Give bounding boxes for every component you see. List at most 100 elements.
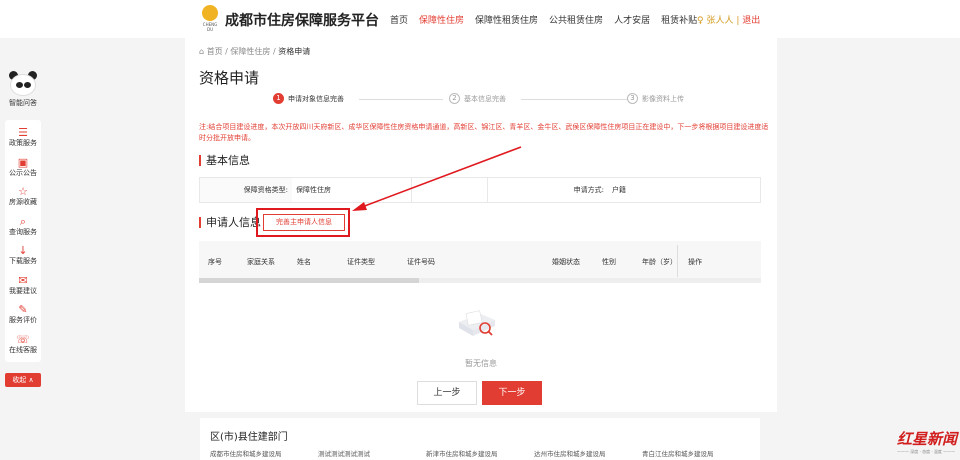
col-gender: 性别 (602, 258, 616, 266)
breadcrumb-home[interactable]: 首页 (207, 47, 223, 56)
previous-step-button[interactable]: 上一步 (417, 381, 477, 405)
download-icon: ↓ (18, 244, 28, 257)
sidebar-item-label: 公示公告 (9, 168, 37, 177)
home-icon: ⌂ (199, 47, 205, 56)
sidebar-item-label: 下载服务 (9, 257, 37, 265)
nav-affordable-rental[interactable]: 保障性租赁住房 (475, 13, 538, 26)
user-separator: | (736, 16, 740, 26)
sun-logo-icon (202, 5, 218, 21)
col-marital-status: 婚姻状态 (552, 258, 580, 266)
sidebar-item-label: 房源收藏 (9, 198, 37, 206)
announcement-icon: ▣ (17, 155, 29, 169)
empty-cell (412, 178, 488, 202)
basic-info-heading: 基本信息 (199, 155, 250, 166)
document-icon: ☰ (18, 126, 28, 139)
step-label: 申请对象信息完善 (288, 94, 344, 103)
ai-assistant[interactable]: 智能问答 (3, 70, 43, 108)
col-action: 操作 (688, 258, 702, 266)
watermark-subtitle: ——— 深度 · 态度 · 温度 ——— (897, 449, 956, 454)
sidebar-item-favorites[interactable]: ☆ 房源收藏 (5, 185, 41, 215)
nav-home[interactable]: 首页 (390, 13, 408, 26)
sidebar-item-policy[interactable]: ☰ 政策服务 (5, 126, 41, 156)
step-number: 3 (627, 93, 638, 104)
scrollbar-thumb[interactable] (199, 278, 419, 283)
col-index: 序号 (208, 258, 222, 266)
main-content: ⌂ 首页 / 保障性住房 / 资格申请 资格申请 1 申请对象信息完善 2 基本… (185, 38, 777, 412)
step-number: 1 (273, 93, 284, 104)
footer-departments: 区(市)县住建部门 成都市住房和城乡建设局 测试测试测试测试 新津市住房和城乡建… (200, 418, 760, 460)
user-menu: ♀ 张人人 | 退出 (697, 13, 760, 26)
ai-assistant-label: 智能问答 (9, 99, 37, 107)
breadcrumb: ⌂ 首页 / 保障性住房 / 资格申请 (199, 46, 310, 57)
panda-icon (7, 70, 39, 98)
footer-link[interactable]: 新津市住房和城乡建设局 (426, 448, 534, 458)
qualification-type-value: 保障性住房 (292, 178, 412, 202)
step-number: 2 (449, 93, 460, 104)
sidebar-item-announcement[interactable]: ▣ 公示公告 (5, 156, 41, 186)
empty-data-text: 暂无信息 (465, 359, 497, 368)
footer-link[interactable]: 测试测试测试测试 (318, 448, 426, 458)
nav-affordable-housing[interactable]: 保障性住房 (419, 13, 464, 26)
apply-method-value: 户籍 (612, 186, 626, 194)
sidebar-item-label: 服务评价 (9, 316, 37, 324)
footer-link[interactable]: 达州市住房和城乡建设局 (534, 448, 642, 458)
breadcrumb-level1[interactable]: 保障性住房 (230, 47, 270, 56)
col-name: 姓名 (297, 258, 311, 266)
column-divider (677, 245, 678, 277)
site-logo[interactable]: CHENG DU (200, 5, 220, 32)
mail-icon: ✉ (18, 273, 28, 287)
breadcrumb-separator: / (225, 47, 228, 56)
side-toolbar: ☰ 政策服务 ▣ 公示公告 ☆ 房源收藏 ⌕ 查询服务 ↓ 下载服务 ✉ 我要建… (5, 120, 41, 362)
nav-talent-housing[interactable]: 人才安居 (614, 13, 650, 26)
col-id-type: 证件类型 (347, 258, 375, 266)
news-watermark-logo: 红星新闻 ——— 深度 · 态度 · 温度 ——— (897, 428, 957, 458)
footer-links: 成都市住房和城乡建设局 测试测试测试测试 新津市住房和城乡建设局 达州市住房和城… (210, 448, 750, 458)
footer-title: 区(市)县住建部门 (210, 432, 288, 443)
annotation-highlight-box (256, 208, 350, 237)
notice-text: 注:结合项目建设进度，本次开放四川天府新区、成华区保障性住房资格申请通道，高新区… (199, 123, 769, 142)
sidebar-item-online-service[interactable]: ☏ 在线客服 (5, 333, 41, 363)
watermark-text: 红星新闻 (897, 430, 958, 448)
step-connector (521, 99, 627, 100)
site-title[interactable]: 成都市住房保障服务平台 (225, 10, 379, 30)
sidebar-item-suggestion[interactable]: ✉ 我要建议 (5, 274, 41, 304)
logo-text: CHENG DU (202, 22, 218, 32)
qualification-type-label: 保障资格类型: (200, 178, 292, 202)
sidebar-item-download[interactable]: ↓ 下载服务 (5, 244, 41, 274)
user-name[interactable]: 张人人 (706, 16, 733, 26)
main-nav: 首页 保障性住房 保障性租赁住房 公共租赁住房 人才安居 租赁补贴 (390, 13, 697, 26)
sidebar-item-label: 查询服务 (9, 227, 37, 236)
footer-link[interactable]: 成都市住房和城乡建设局 (210, 448, 318, 458)
applicant-table-header: 序号 家庭关系 姓名 证件类型 证件号码 婚姻状态 性别 年龄（岁） 操作 (199, 241, 761, 281)
footer-link[interactable]: 青白江住房和城乡建设局 (642, 448, 750, 458)
query-icon: ⌕ (19, 214, 27, 228)
step-1: 1 申请对象信息完善 (273, 93, 344, 104)
nav-public-rental[interactable]: 公共租赁住房 (549, 13, 603, 26)
progress-steps: 1 申请对象信息完善 2 基本信息完善 3 影像资料上传 (273, 93, 713, 107)
top-header: CHENG DU 成都市住房保障服务平台 首页 保障性住房 保障性租赁住房 公共… (0, 0, 960, 38)
step-label: 基本信息完善 (464, 94, 506, 103)
page-title: 资格申请 (199, 69, 260, 87)
step-3: 3 影像资料上传 (627, 93, 684, 104)
step-label: 影像资料上传 (642, 94, 684, 103)
table-horizontal-scrollbar[interactable] (199, 278, 761, 283)
sidebar-item-evaluation[interactable]: ✎ 服务评价 (5, 303, 41, 333)
col-age: 年龄（岁） (642, 258, 677, 266)
next-step-button[interactable]: 下一步 (482, 381, 542, 405)
empty-data-icon (459, 310, 495, 336)
sidebar-item-label: 在线客服 (9, 345, 37, 354)
sidebar-collapse-button[interactable]: 收起 ∧ (5, 373, 41, 387)
breadcrumb-separator: / (272, 47, 276, 56)
basic-info-table: 保障资格类型: 保障性住房 申请方式: 户籍 (199, 177, 761, 203)
breadcrumb-current: 资格申请 (278, 47, 311, 56)
headset-icon: ☏ (16, 332, 30, 346)
star-icon: ☆ (18, 185, 28, 198)
col-relation: 家庭关系 (247, 258, 275, 266)
logout-link[interactable]: 退出 (742, 16, 760, 26)
step-2: 2 基本信息完善 (449, 93, 506, 104)
sidebar-item-query[interactable]: ⌕ 查询服务 (5, 215, 41, 245)
evaluate-icon: ✎ (18, 303, 28, 316)
user-icon: ♀ (697, 16, 704, 26)
apply-method-label: 申请方式: (573, 186, 604, 194)
nav-rent-subsidy[interactable]: 租赁补贴 (661, 13, 697, 26)
